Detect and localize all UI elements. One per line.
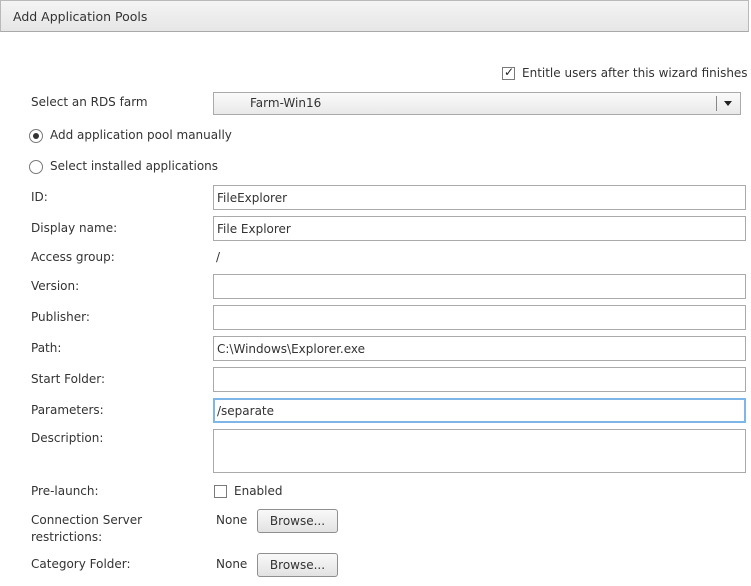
start-folder-label: Start Folder: [31,372,106,386]
connection-server-value: None [216,513,248,527]
version-label: Version: [31,279,80,293]
prelaunch-enabled-label: Enabled [234,484,283,498]
id-label: ID: [31,190,48,204]
publisher-label: Publisher: [31,310,90,324]
chevron-down-icon[interactable] [724,101,732,106]
path-input[interactable] [213,336,746,361]
category-folder-label: Category Folder: [31,557,131,571]
category-folder-value: None [216,557,248,571]
access-group-label: Access group: [31,250,115,264]
radio-select-installed-label: Select installed applications [50,159,219,173]
prelaunch-checkbox[interactable] [214,485,227,498]
description-label: Description: [31,431,104,445]
radio-select-installed[interactable] [29,160,43,174]
farm-label: Select an RDS farm [31,95,148,109]
checkmark-icon: ✓ [504,65,515,79]
connection-server-label-line2: restrictions: [31,530,103,544]
select-divider [716,96,717,111]
farm-select[interactable]: Farm-Win16 [213,92,741,115]
connection-server-browse-button[interactable]: Browse... [257,509,338,533]
display-name-input[interactable] [213,216,746,241]
description-textarea[interactable] [213,429,746,473]
parameters-label: Parameters: [31,403,104,417]
connection-server-label-line1: Connection Server [31,513,143,527]
parameters-input[interactable] [213,398,746,423]
version-input[interactable] [213,274,746,299]
display-name-label: Display name: [31,221,118,235]
start-folder-input[interactable] [213,367,746,392]
dialog-title: Add Application Pools [13,9,148,24]
access-group-value: / [216,250,221,264]
prelaunch-label: Pre-launch: [31,484,99,498]
publisher-input[interactable] [213,305,746,330]
entitle-checkbox[interactable]: ✓ [502,65,515,80]
id-input[interactable] [213,185,746,210]
dialog-title-bar: Add Application Pools [0,0,749,32]
path-label: Path: [31,341,62,355]
category-folder-browse-button[interactable]: Browse... [257,553,338,577]
radio-add-manually-label: Add application pool manually [50,128,232,142]
farm-select-value: Farm-Win16 [250,96,322,110]
entitle-label: Entitle users after this wizard finishes [522,66,748,80]
radio-add-manually[interactable] [29,129,43,143]
radio-selected-dot [33,133,39,139]
